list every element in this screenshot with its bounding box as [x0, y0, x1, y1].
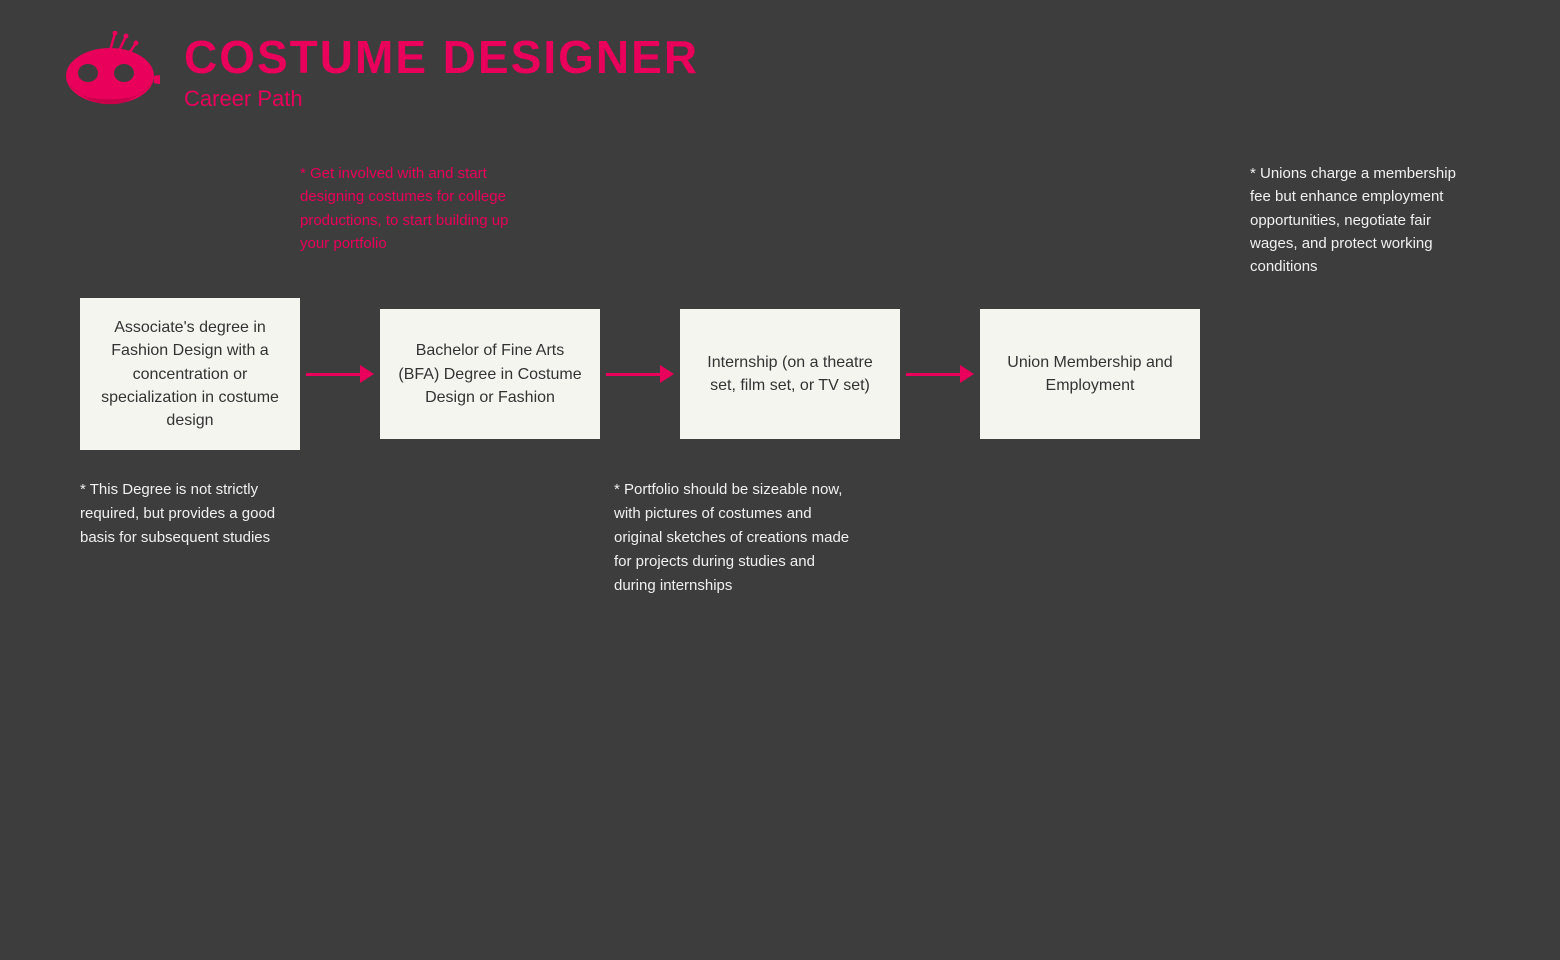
internship-box: Internship (on a theatre set, film set, …	[680, 309, 900, 439]
arrow-line-2	[606, 365, 674, 383]
union-spacer-bottom	[859, 478, 1480, 598]
union-top-note: * Unions charge a membership fee but enh…	[1250, 162, 1480, 278]
associates-degree-box: Associate's degree in Fashion Design wit…	[80, 298, 300, 450]
bfa-spacer-bottom	[300, 478, 614, 598]
arrow-line-3	[906, 365, 974, 383]
bottom-notes-row: * This Degree is not strictly required, …	[80, 478, 1480, 598]
arrow-head-1	[360, 365, 374, 383]
portfolio-note: * Portfolio should be sizeable now, with…	[614, 478, 859, 598]
bfa-box: Bachelor of Fine Arts (BFA) Degree in Co…	[380, 309, 600, 439]
page-subtitle: Career Path	[184, 86, 699, 112]
arrow-1	[300, 365, 380, 383]
bfa-top-note: * Get involved with and start designing …	[300, 162, 530, 278]
career-boxes-row: Associate's degree in Fashion Design wit…	[80, 298, 1480, 450]
arrow-2	[600, 365, 680, 383]
arrow-shaft-1	[306, 373, 360, 376]
page-title: COSTUME DESIGNER	[184, 30, 699, 84]
mask-icon	[60, 31, 160, 111]
header: COSTUME DESIGNER Career Path	[0, 0, 1560, 142]
career-path-content: * Get involved with and start designing …	[0, 142, 1560, 598]
header-text: COSTUME DESIGNER Career Path	[184, 30, 699, 112]
arrow-line-1	[306, 365, 374, 383]
spacer-left	[80, 162, 280, 278]
union-box: Union Membership and Employment	[980, 309, 1200, 439]
associates-bottom-note: * This Degree is not strictly required, …	[80, 478, 300, 598]
top-notes-row: * Get involved with and start designing …	[80, 162, 1480, 278]
arrow-shaft-2	[606, 373, 660, 376]
arrow-head-2	[660, 365, 674, 383]
arrow-shaft-3	[906, 373, 960, 376]
arrow-3	[900, 365, 980, 383]
arrow-head-3	[960, 365, 974, 383]
